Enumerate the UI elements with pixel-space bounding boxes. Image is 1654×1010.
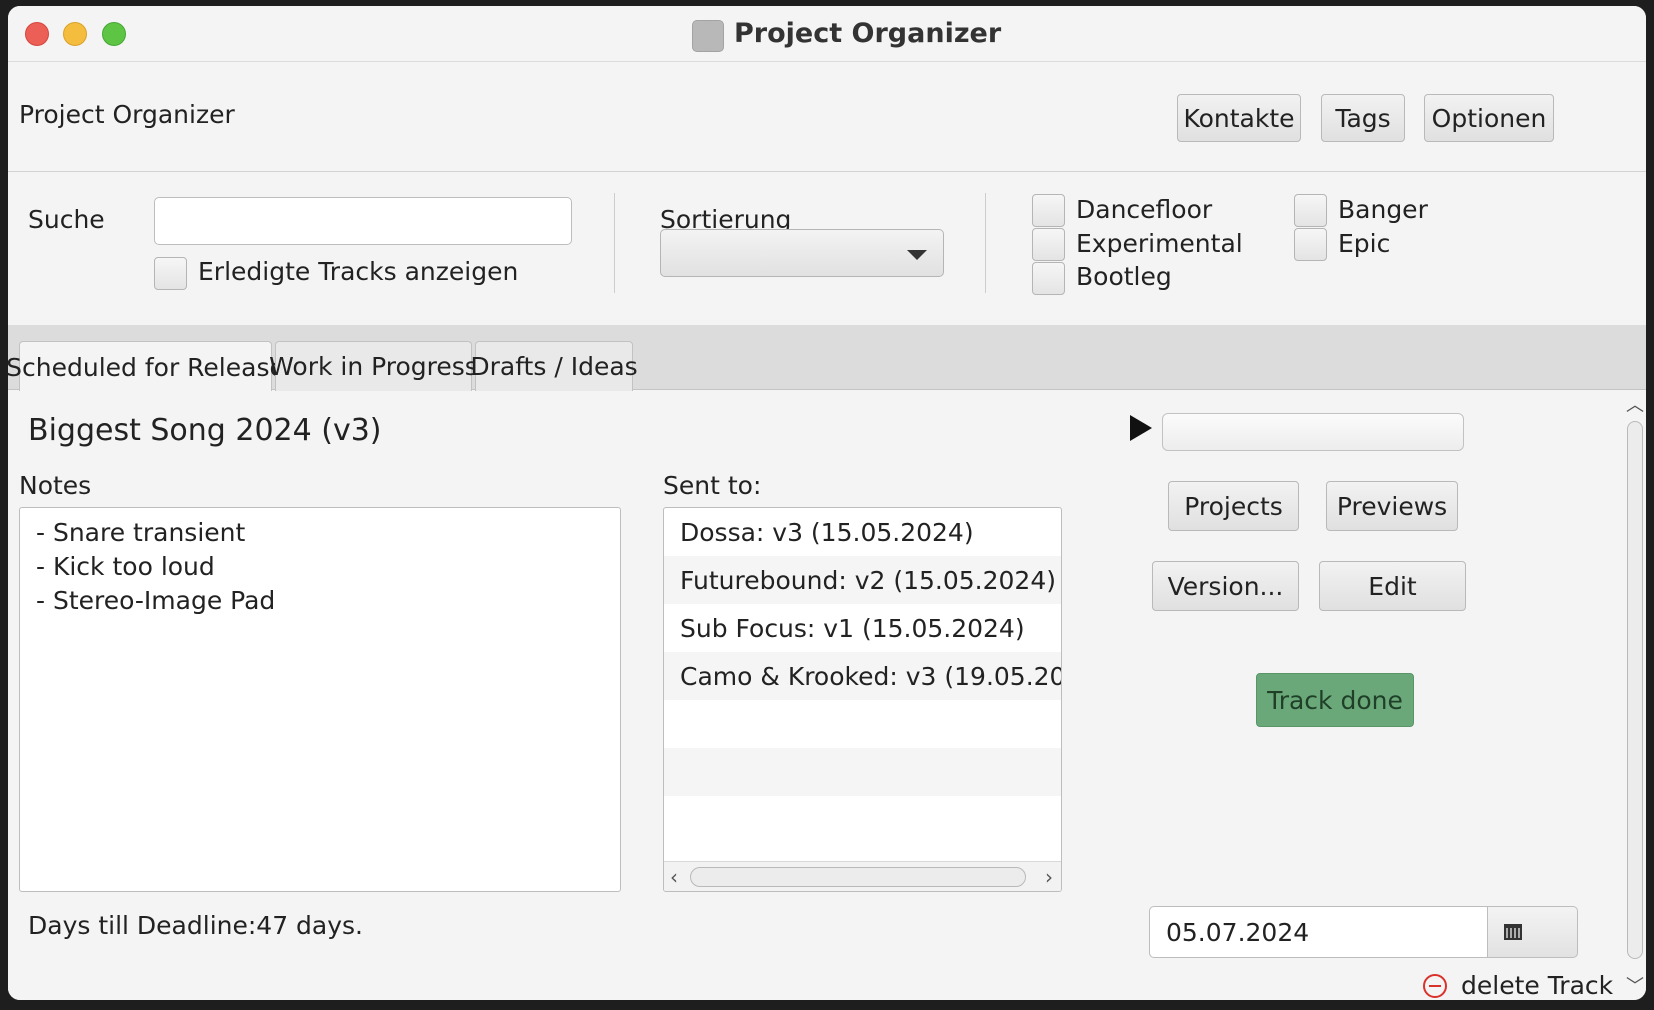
sent-to-list[interactable]: Dossa: v3 (15.05.2024) Futurebound: v2 (…	[663, 507, 1062, 892]
version-button[interactable]: Version...	[1152, 561, 1299, 611]
app-label: Project Organizer	[19, 100, 235, 129]
title-bar: Project Organizer	[8, 6, 1646, 62]
tag-label-experimental: Experimental	[1076, 229, 1243, 258]
tag-label-dancefloor: Dancefloor	[1076, 195, 1213, 224]
scrollbar-thumb[interactable]	[690, 867, 1026, 887]
horizontal-scrollbar[interactable]: ‹ ›	[664, 861, 1061, 891]
tag-checkbox-bootleg[interactable]	[1032, 262, 1065, 295]
tags-button[interactable]: Tags	[1321, 94, 1405, 142]
deadline-date-field[interactable]: 05.07.2024	[1149, 906, 1488, 958]
tab-drafts-ideas[interactable]: Drafts / Ideas	[470, 341, 638, 391]
search-input[interactable]	[154, 197, 572, 245]
tag-label-epic: Epic	[1338, 229, 1391, 258]
note-line: - Stereo-Image Pad	[36, 586, 276, 615]
maximize-window-button[interactable]	[102, 22, 126, 46]
remove-circle-icon	[1423, 973, 1447, 998]
app-icon	[692, 20, 724, 52]
options-button[interactable]: Optionen	[1424, 94, 1554, 142]
deadline-text: Days till Deadline:47 days.	[28, 911, 363, 940]
sort-select[interactable]	[660, 229, 944, 277]
calendar-icon	[1504, 924, 1522, 940]
show-done-checkbox[interactable]	[154, 257, 187, 290]
minimize-window-button[interactable]	[63, 22, 87, 46]
note-line: - Snare transient	[36, 518, 246, 547]
tag-label-bootleg: Bootleg	[1076, 262, 1172, 291]
list-item-empty	[664, 748, 1061, 796]
track-title: Biggest Song 2024 (v3)	[28, 413, 382, 448]
notes-textarea[interactable]: - Snare transient - Kick too loud - Ster…	[19, 507, 621, 892]
tag-checkbox-banger[interactable]	[1294, 194, 1327, 227]
scrollbar-thumb[interactable]	[1627, 421, 1643, 959]
tag-label-banger: Banger	[1338, 195, 1428, 224]
tab-content: Biggest Song 2024 (v3) Notes - Snare tra…	[8, 391, 1646, 1000]
close-window-button[interactable]	[25, 22, 49, 46]
window-title: Project Organizer	[734, 18, 1002, 49]
list-item[interactable]: Futurebound: v2 (15.05.2024)	[664, 556, 1061, 604]
tag-checkbox-dancefloor[interactable]	[1032, 194, 1065, 227]
contacts-button[interactable]: Kontakte	[1177, 94, 1301, 142]
tag-checkbox-experimental[interactable]	[1032, 228, 1065, 261]
delete-track-link[interactable]: delete Track	[1423, 971, 1613, 1000]
list-item[interactable]: Dossa: v3 (15.05.2024)	[664, 508, 1061, 556]
tab-bar: Scheduled for Release Work in Progress D…	[8, 325, 1646, 392]
date-picker-button[interactable]	[1487, 906, 1578, 958]
app-header: Project Organizer Kontakte Tags Optionen	[8, 62, 1646, 172]
show-done-label: Erledigte Tracks anzeigen	[198, 257, 519, 286]
play-icon[interactable]	[1130, 415, 1152, 441]
search-label: Suche	[28, 205, 105, 234]
playback-progress-bar[interactable]	[1162, 413, 1464, 451]
sent-to-label: Sent to:	[663, 471, 762, 500]
list-item[interactable]: Camo & Krooked: v3 (19.05.2024)	[664, 652, 1061, 700]
tag-checkbox-epic[interactable]	[1294, 228, 1327, 261]
scroll-left-icon[interactable]: ‹	[670, 865, 678, 889]
chevron-down-icon	[907, 250, 927, 260]
app-window: Project Organizer Project Organizer Kont…	[8, 6, 1646, 1000]
scroll-down-icon[interactable]: ﹀	[1626, 972, 1644, 998]
delete-track-label: delete Track	[1461, 971, 1614, 1000]
projects-button[interactable]: Projects	[1168, 481, 1299, 531]
filter-divider	[985, 193, 986, 293]
tab-work-in-progress[interactable]: Work in Progress	[269, 341, 478, 391]
scroll-up-icon[interactable]: ︿	[1626, 391, 1644, 417]
list-item-empty	[664, 796, 1061, 844]
filter-panel: Suche Erledigte Tracks anzeigen Sortieru…	[8, 173, 1646, 325]
note-line: - Kick too loud	[36, 552, 215, 581]
tab-scheduled-for-release[interactable]: Scheduled for Release	[8, 341, 285, 392]
vertical-scrollbar[interactable]: ︿ ﹀	[1622, 391, 1646, 1000]
list-item[interactable]: Sub Focus: v1 (15.05.2024)	[664, 604, 1061, 652]
list-item-empty	[664, 700, 1061, 748]
previews-button[interactable]: Previews	[1326, 481, 1458, 531]
edit-button[interactable]: Edit	[1319, 561, 1466, 611]
filter-divider	[614, 193, 615, 293]
notes-label: Notes	[19, 471, 92, 500]
track-done-button[interactable]: Track done	[1256, 673, 1414, 727]
scroll-right-icon[interactable]: ›	[1045, 865, 1053, 889]
